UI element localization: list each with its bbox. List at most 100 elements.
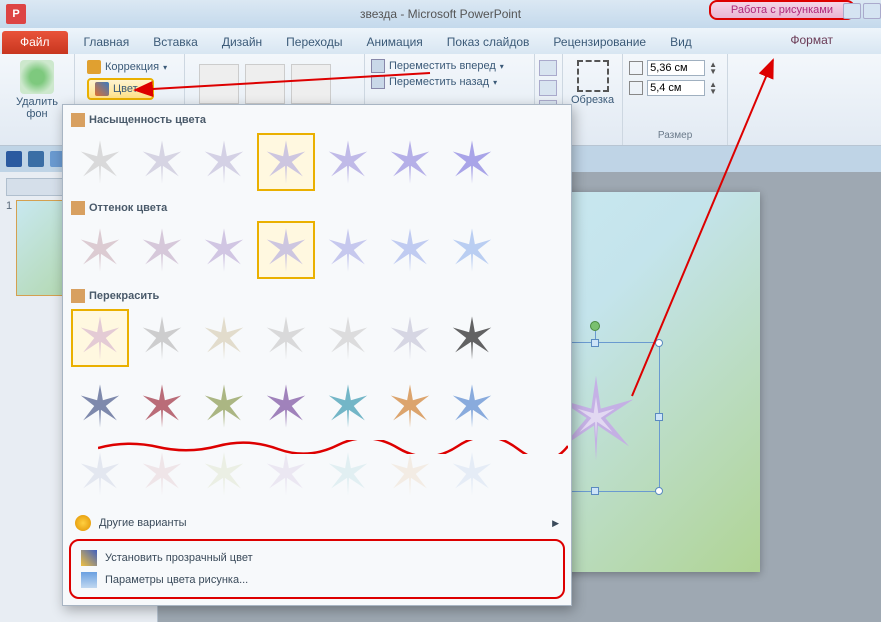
send-backward-button[interactable]: Переместить назад ▾: [371, 74, 528, 90]
tab-view[interactable]: Вид: [658, 31, 704, 54]
color-swatch[interactable]: [257, 445, 315, 503]
minimize-button[interactable]: [843, 3, 861, 19]
remove-background-button[interactable]: Удалить фон: [8, 58, 66, 120]
saturation-row: [63, 131, 571, 199]
resize-handle[interactable]: [591, 339, 599, 347]
section-saturation: Насыщенность цвета: [63, 111, 571, 131]
color-gallery: Насыщенность цвета Оттенок цвета Перекра…: [62, 104, 572, 606]
send-backward-label: Переместить назад: [389, 76, 489, 88]
color-swatch[interactable]: [319, 377, 377, 435]
corrections-button[interactable]: Коррекция ▾: [83, 58, 176, 76]
color-swatch[interactable]: [319, 133, 377, 191]
color-swatch[interactable]: [443, 133, 501, 191]
height-spinner[interactable]: ▲▼: [709, 61, 721, 75]
rotate-handle[interactable]: [590, 321, 600, 331]
dropdown-arrow-icon: ▾: [142, 85, 146, 94]
resize-handle[interactable]: [591, 487, 599, 495]
height-input[interactable]: [647, 60, 705, 76]
window-buttons: [843, 3, 881, 19]
color-swatch[interactable]: [71, 133, 129, 191]
color-icon: [95, 82, 109, 96]
color-swatch[interactable]: [381, 133, 439, 191]
resize-handle[interactable]: [655, 413, 663, 421]
tab-animations[interactable]: Анимация: [354, 31, 434, 54]
color-swatch[interactable]: [71, 309, 129, 367]
color-swatch[interactable]: [71, 221, 129, 279]
submenu-arrow-icon: ▶: [552, 518, 559, 529]
color-swatch[interactable]: [257, 221, 315, 279]
color-swatch[interactable]: [195, 221, 253, 279]
color-swatch[interactable]: [257, 309, 315, 367]
color-swatch[interactable]: [319, 445, 377, 503]
color-button[interactable]: Цвет ▾: [87, 78, 154, 100]
qat-undo-button[interactable]: [28, 151, 44, 167]
set-transparent-item[interactable]: Установить прозрачный цвет: [75, 547, 559, 569]
height-icon: [629, 61, 643, 75]
color-options-item[interactable]: Параметры цвета рисунка...: [75, 569, 559, 591]
tab-home[interactable]: Главная: [72, 31, 142, 54]
tab-slideshow[interactable]: Показ слайдов: [435, 31, 542, 54]
tab-file[interactable]: Файл: [2, 31, 68, 54]
recolor-icon: [71, 289, 85, 303]
remove-bg-icon: [20, 60, 54, 94]
color-swatch[interactable]: [133, 445, 191, 503]
close-button[interactable]: [863, 3, 881, 19]
width-spinner[interactable]: ▲▼: [709, 81, 721, 95]
picture-tools-tab[interactable]: Работа с рисунками: [709, 0, 855, 20]
window-title: звезда - Microsoft PowerPoint: [360, 7, 521, 21]
color-swatch[interactable]: [257, 133, 315, 191]
ribbon-tabs: Файл Главная Вставка Дизайн Переходы Ани…: [0, 28, 881, 54]
color-swatch[interactable]: [443, 309, 501, 367]
color-swatch[interactable]: [195, 309, 253, 367]
color-swatch[interactable]: [443, 221, 501, 279]
color-swatch[interactable]: [195, 133, 253, 191]
width-input[interactable]: [647, 80, 705, 96]
tone-icon: [71, 201, 85, 215]
color-swatch[interactable]: [133, 309, 191, 367]
color-swatch[interactable]: [319, 309, 377, 367]
crop-label: Обрезка: [571, 94, 614, 106]
color-swatch[interactable]: [381, 445, 439, 503]
style-thumb[interactable]: [245, 64, 285, 104]
app-icon: P: [6, 4, 26, 24]
qat-save-button[interactable]: [6, 151, 22, 167]
style-thumb[interactable]: [199, 64, 239, 104]
resize-handle[interactable]: [655, 339, 663, 347]
color-swatch[interactable]: [381, 377, 439, 435]
color-swatch[interactable]: [443, 445, 501, 503]
color-swatch[interactable]: [381, 221, 439, 279]
color-swatch[interactable]: [443, 377, 501, 435]
color-label: Цвет: [113, 83, 138, 95]
color-swatch[interactable]: [319, 221, 377, 279]
color-swatch[interactable]: [133, 133, 191, 191]
tab-format[interactable]: Формат: [762, 28, 861, 52]
pencil-icon: [81, 550, 97, 566]
bring-forward-label: Переместить вперед: [389, 60, 496, 72]
tab-review[interactable]: Рецензирование: [541, 31, 658, 54]
more-variants-item[interactable]: Другие варианты ▶: [63, 511, 571, 535]
color-swatch[interactable]: [195, 445, 253, 503]
style-thumb[interactable]: [291, 64, 331, 104]
color-swatch[interactable]: [71, 377, 129, 435]
bring-forward-button[interactable]: Переместить вперед ▾: [371, 58, 528, 74]
palette-icon: [75, 515, 91, 531]
recolor-row-2: [63, 375, 571, 443]
tab-design[interactable]: Дизайн: [210, 31, 274, 54]
group-button[interactable]: [539, 80, 557, 96]
color-swatch[interactable]: [133, 377, 191, 435]
tab-transitions[interactable]: Переходы: [274, 31, 354, 54]
align-button[interactable]: [539, 60, 557, 76]
color-swatch[interactable]: [257, 377, 315, 435]
resize-handle[interactable]: [655, 487, 663, 495]
slide-number: 1: [6, 200, 12, 296]
corrections-label: Коррекция: [105, 61, 159, 73]
color-swatch[interactable]: [71, 445, 129, 503]
crop-button[interactable]: Обрезка: [571, 58, 614, 106]
color-swatch[interactable]: [133, 221, 191, 279]
color-swatch[interactable]: [195, 377, 253, 435]
set-transparent-label: Установить прозрачный цвет: [105, 552, 253, 564]
bring-forward-icon: [371, 59, 385, 73]
gallery-bottom-group: Установить прозрачный цвет Параметры цве…: [69, 539, 565, 599]
color-swatch[interactable]: [381, 309, 439, 367]
tab-insert[interactable]: Вставка: [141, 31, 210, 54]
